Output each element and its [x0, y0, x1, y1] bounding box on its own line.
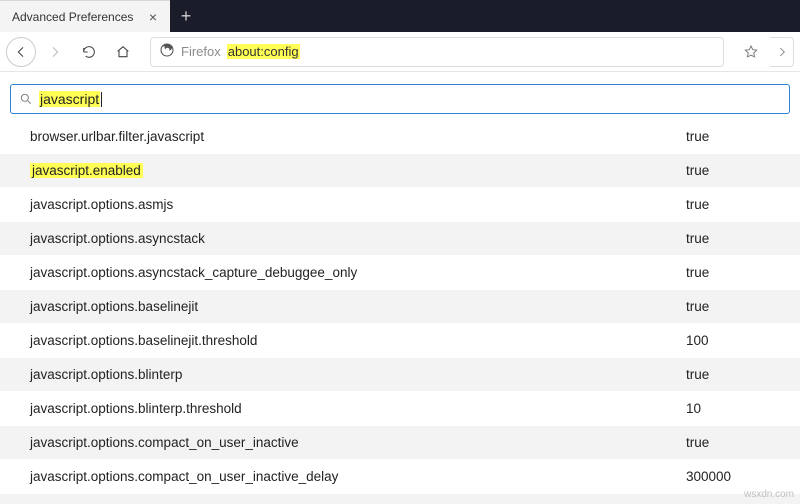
pref-row[interactable]: javascript.enabled true: [0, 154, 800, 188]
pref-name: javascript.options.asyncstack: [30, 231, 686, 246]
pref-name: javascript.options.compact_on_user_inact…: [30, 435, 686, 450]
pref-row[interactable]: browser.urlbar.filter.javascripttrue: [0, 120, 800, 154]
preferences-list: browser.urlbar.filter.javascripttruejava…: [0, 120, 800, 504]
tab-title: Advanced Preferences: [12, 10, 138, 24]
pref-row[interactable]: javascript.options.discardSystemSourcefa…: [0, 494, 800, 504]
pref-row[interactable]: javascript.options.blinterp.threshold10: [0, 392, 800, 426]
nav-toolbar: Firefox about:config: [0, 32, 800, 72]
search-input-value: javascript: [39, 91, 102, 108]
reload-icon: [81, 44, 97, 60]
home-button[interactable]: [108, 37, 138, 67]
pref-value: true: [686, 367, 776, 382]
chevron-icon: [775, 45, 789, 59]
url-bar[interactable]: Firefox about:config: [150, 37, 724, 67]
pref-value: 100: [686, 333, 776, 348]
pref-row[interactable]: javascript.options.baselinejit.threshold…: [0, 324, 800, 358]
pref-name: javascript.options.asmjs: [30, 197, 686, 212]
watermark: wsxdn.com: [744, 489, 794, 500]
about-config-content: javascript browser.urlbar.filter.javascr…: [0, 72, 800, 504]
pref-value: true: [686, 435, 776, 450]
back-button[interactable]: [6, 37, 36, 67]
pref-row[interactable]: javascript.options.asyncstacktrue: [0, 222, 800, 256]
browser-window: Advanced Preferences × + Firefox about:c…: [0, 0, 800, 504]
pref-name: javascript.options.baselinejit.threshold: [30, 333, 686, 348]
home-icon: [115, 44, 131, 60]
pref-value: true: [686, 163, 776, 178]
pref-value: true: [686, 265, 776, 280]
pref-row[interactable]: javascript.options.asmjstrue: [0, 188, 800, 222]
pref-row[interactable]: javascript.options.blinterptrue: [0, 358, 800, 392]
reload-button[interactable]: [74, 37, 104, 67]
firefox-icon: [159, 42, 175, 61]
close-icon[interactable]: ×: [146, 10, 160, 24]
overflow-button[interactable]: [770, 37, 794, 67]
pref-value: 10: [686, 401, 776, 416]
search-icon: [19, 92, 33, 106]
pref-value: true: [686, 129, 776, 144]
pref-name: javascript.options.asyncstack_capture_de…: [30, 265, 686, 280]
pref-row[interactable]: javascript.options.asyncstack_capture_de…: [0, 256, 800, 290]
pref-name: javascript.options.blinterp.threshold: [30, 401, 686, 416]
pref-name: browser.urlbar.filter.javascript: [30, 129, 686, 144]
tab-bar: Advanced Preferences × +: [0, 0, 800, 32]
forward-button[interactable]: [40, 37, 70, 67]
pref-row[interactable]: javascript.options.compact_on_user_inact…: [0, 460, 800, 494]
url-identity: Firefox: [181, 44, 221, 59]
pref-value: true: [686, 231, 776, 246]
pref-name: javascript.options.baselinejit: [30, 299, 686, 314]
pref-value: 300000: [686, 469, 776, 484]
tab-active[interactable]: Advanced Preferences ×: [0, 0, 170, 32]
config-search[interactable]: javascript: [10, 84, 790, 114]
bookmark-button[interactable]: [736, 44, 766, 60]
url-text: about:config: [227, 44, 300, 59]
pref-name: javascript.options.compact_on_user_inact…: [30, 469, 686, 484]
pref-value: true: [686, 197, 776, 212]
pref-value: true: [686, 299, 776, 314]
arrow-left-icon: [13, 44, 29, 60]
pref-name: javascript.enabled: [30, 163, 143, 178]
pref-row[interactable]: javascript.options.baselinejittrue: [0, 290, 800, 324]
star-icon: [743, 44, 759, 60]
new-tab-button[interactable]: +: [170, 0, 202, 32]
arrow-right-icon: [47, 44, 63, 60]
pref-row[interactable]: javascript.options.compact_on_user_inact…: [0, 426, 800, 460]
pref-name: javascript.options.blinterp: [30, 367, 686, 382]
